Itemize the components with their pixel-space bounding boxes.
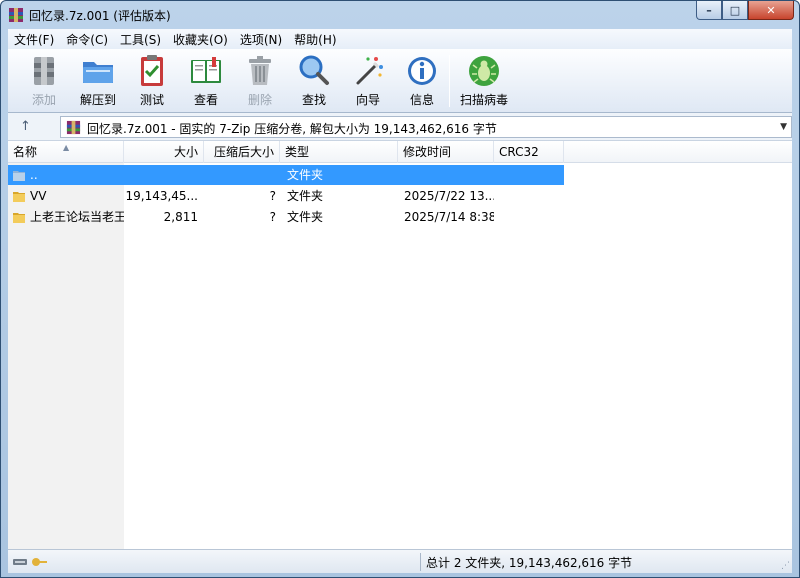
bug-icon <box>469 56 499 86</box>
status-bar: 总计 2 文件夹, 19,143,462,616 字节 ⋰ <box>8 549 792 573</box>
clipboard-check-icon <box>141 55 163 86</box>
toolbar-separator <box>449 55 450 107</box>
file-name: .. <box>30 168 38 182</box>
file-size: 19,143,45... <box>125 189 198 203</box>
column-header-packed[interactable]: 压缩后大小 <box>204 141 280 163</box>
column-header-type[interactable]: 类型 <box>280 141 398 163</box>
minimize-button[interactable]: – <box>696 1 722 20</box>
file-name: VV <box>30 189 47 203</box>
status-divider <box>420 553 421 571</box>
folder-extract-icon <box>83 62 113 83</box>
column-header-size[interactable]: 大小 <box>124 141 204 163</box>
window-controls: – □ ✕ <box>696 1 794 21</box>
delete-button[interactable]: 删除 <box>232 53 288 111</box>
add-button[interactable]: 添加 <box>16 53 72 111</box>
virus-scan-label: 扫描病毒 <box>459 93 508 107</box>
file-packed-size: ? <box>269 189 276 203</box>
archive-icon <box>66 120 81 135</box>
title-bar[interactable]: 回忆录.7z.001 (评估版本) – □ ✕ <box>1 1 799 29</box>
drive-key-icon[interactable] <box>12 554 48 570</box>
sort-up-icon: ▲ <box>63 143 70 152</box>
info-icon <box>408 57 436 85</box>
archive-add-icon <box>34 57 54 85</box>
toolbar: 添加 解压到 测试 查看 删除 查找 向导 信息 扫描病毒 <box>8 49 792 113</box>
menu-favorites[interactable]: 收藏夹(O) <box>167 31 234 48</box>
column-header-name[interactable]: 名称 ▲ <box>8 141 124 163</box>
file-packed-size <box>204 165 276 185</box>
extract-label: 解压到 <box>79 93 116 107</box>
wizard-button[interactable]: 向导 <box>340 53 396 111</box>
column-header-crc[interactable]: CRC32 <box>494 141 564 163</box>
address-field[interactable]: 回忆录.7z.001 - 固实的 7-Zip 压缩分卷, 解包大小为 19,14… <box>60 116 792 138</box>
magic-wand-icon <box>356 57 383 85</box>
winrar-window: 回忆录.7z.001 (评估版本) – □ ✕ 文件(F) 命令(C) 工具(S… <box>0 0 800 578</box>
info-button[interactable]: 信息 <box>394 53 450 111</box>
add-label: 添加 <box>31 93 56 107</box>
file-modified: 2025/7/14 8:38 <box>404 210 494 224</box>
column-headers: 名称 ▲ 大小 压缩后大小 类型 修改时间 CRC32 <box>8 141 792 163</box>
winrar-app-icon <box>9 8 23 22</box>
folder-icon <box>13 192 25 202</box>
file-crc <box>500 165 562 185</box>
chevron-down-icon[interactable]: ▼ <box>780 122 787 132</box>
view-button[interactable]: 查看 <box>178 53 234 111</box>
file-modified: 2025/7/22 13... <box>404 189 494 203</box>
book-icon <box>191 57 221 83</box>
find-button[interactable]: 查找 <box>286 53 342 111</box>
address-text: 回忆录.7z.001 - 固实的 7-Zip 压缩分卷, 解包大小为 19,14… <box>87 122 497 136</box>
file-type: 文件夹 <box>287 168 324 182</box>
file-packed-size: ? <box>269 210 276 224</box>
table-row-laowang[interactable]: 上老王论坛当老王 2,811 ? 文件夹 2025/7/14 8:38 <box>8 207 564 227</box>
virus-scan-button[interactable]: 扫描病毒 <box>456 53 512 111</box>
folder-icon <box>13 213 25 223</box>
window-title: 回忆录.7z.001 (评估版本) <box>29 9 171 23</box>
table-row-parent[interactable]: .. 文件夹 <box>8 165 564 185</box>
menu-options[interactable]: 选项(N) <box>234 31 288 48</box>
find-label: 查找 <box>301 93 326 107</box>
maximize-button[interactable]: □ <box>722 1 748 20</box>
extract-button[interactable]: 解压到 <box>70 53 126 111</box>
column-header-modified[interactable]: 修改时间 <box>398 141 494 163</box>
file-crc <box>500 186 562 206</box>
close-button[interactable]: ✕ <box>748 1 794 20</box>
magnifier-icon <box>299 55 329 85</box>
menu-commands[interactable]: 命令(C) <box>60 31 114 48</box>
resize-grip-icon[interactable]: ⋰ <box>781 561 790 571</box>
parent-folder-icon <box>13 171 25 181</box>
file-type: 文件夹 <box>287 189 324 203</box>
test-button[interactable]: 测试 <box>124 53 180 111</box>
file-modified <box>404 165 494 185</box>
wizard-label: 向导 <box>355 93 380 107</box>
file-crc <box>500 207 562 227</box>
view-label: 查看 <box>193 93 218 107</box>
trash-icon <box>249 56 271 85</box>
file-size <box>124 165 198 185</box>
menu-file[interactable]: 文件(F) <box>8 31 60 48</box>
file-name: 上老王论坛当老王 <box>30 210 124 224</box>
menu-bar: 文件(F) 命令(C) 工具(S) 收藏夹(O) 选项(N) 帮助(H) <box>8 29 792 49</box>
test-label: 测试 <box>139 93 164 107</box>
file-type: 文件夹 <box>287 210 324 224</box>
file-list: 名称 ▲ 大小 压缩后大小 类型 修改时间 CRC32 .. 文件夹 VV 19… <box>8 141 792 549</box>
menu-help[interactable]: 帮助(H) <box>288 31 342 48</box>
address-bar: ↑ 回忆录.7z.001 - 固实的 7-Zip 压缩分卷, 解包大小为 19,… <box>8 113 792 141</box>
status-summary: 总计 2 文件夹, 19,143,462,616 字节 <box>426 556 633 570</box>
delete-label: 删除 <box>247 93 272 107</box>
menu-tools[interactable]: 工具(S) <box>114 31 167 48</box>
info-label: 信息 <box>409 93 434 107</box>
file-size: 2,811 <box>163 210 198 224</box>
table-row-vv[interactable]: VV 19,143,45... ? 文件夹 2025/7/22 13... <box>8 186 564 206</box>
up-folder-button[interactable]: ↑ <box>20 119 36 135</box>
